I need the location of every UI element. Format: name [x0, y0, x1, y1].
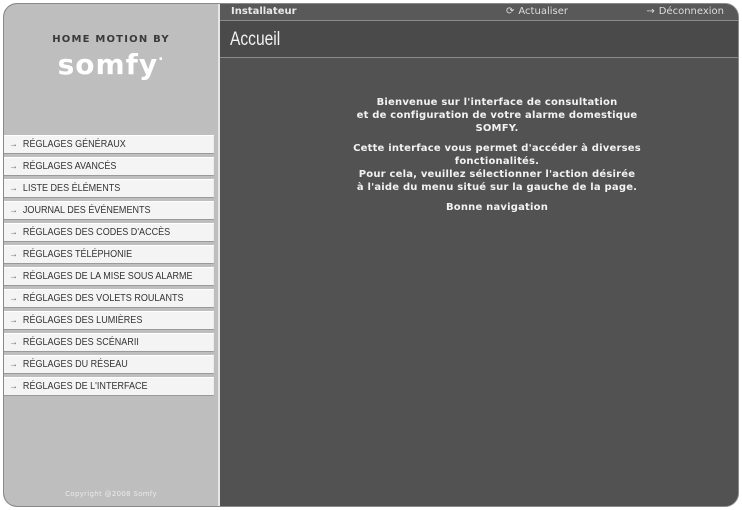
info-line: à l'aide du menu situé sur la gauche de …	[356, 182, 638, 193]
refresh-link[interactable]: ⟳ Actualiser	[506, 6, 568, 17]
welcome-line: Bienvenue sur l'interface de consultatio…	[376, 97, 618, 108]
sidebar: HOME MOTION BY somfy. → RÉGLAGES GÉNÉRAUX…	[4, 4, 220, 506]
logout-label: Déconnexion	[658, 6, 724, 17]
sidebar-item-label: RÉGLAGES DES CODES D'ACCÈS	[22, 226, 171, 238]
sidebar-item-reglages-generaux[interactable]: → RÉGLAGES GÉNÉRAUX	[4, 135, 214, 154]
welcome-message: Bienvenue sur l'interface de consultatio…	[250, 96, 738, 221]
sidebar-item-reglages-avances[interactable]: → RÉGLAGES AVANCÉS	[4, 157, 214, 176]
arrow-right-icon: →	[9, 293, 18, 304]
arrow-right-icon: →	[9, 271, 18, 282]
sidebar-item-codes-acces[interactable]: → RÉGLAGES DES CODES D'ACCÈS	[4, 223, 214, 242]
sidebar-item-label: JOURNAL DES ÉVÉNEMENTS	[22, 204, 151, 216]
welcome-line: SOMFY.	[475, 123, 519, 134]
sidebar-item-scenarii[interactable]: → RÉGLAGES DES SCÉNARII	[4, 333, 214, 352]
info-line: fonctionalités.	[454, 156, 540, 167]
info-paragraph: Cette interface vous permet d'accéder à …	[250, 142, 738, 194]
closing-line: Bonne navigation	[445, 202, 549, 213]
arrow-right-icon: →	[9, 315, 18, 326]
closing-paragraph: Bonne navigation	[250, 201, 738, 214]
info-line: Pour cela, veuillez sélectionner l'actio…	[358, 169, 636, 180]
copyright: Copyright @2008 Somfy	[65, 490, 157, 498]
arrow-right-icon: →	[9, 139, 18, 150]
refresh-icon: ⟳	[506, 6, 515, 17]
arrow-right-icon: →	[9, 183, 18, 194]
sidebar-item-label: RÉGLAGES DE LA MISE SOUS ALARME	[22, 270, 193, 282]
sidebar-item-reseau[interactable]: → RÉGLAGES DU RÉSEAU	[4, 355, 214, 374]
arrow-right-icon: →	[9, 227, 18, 238]
title-bar: Accueil	[220, 21, 738, 58]
sidebar-item-label: RÉGLAGES TÉLÉPHONIE	[22, 248, 133, 260]
sidebar-menu: → RÉGLAGES GÉNÉRAUX → RÉGLAGES AVANCÉS → LI…	[4, 135, 218, 399]
top-bar: Installateur ⟳ Actualiser → Déconnexion	[220, 4, 738, 21]
welcome-paragraph: Bienvenue sur l'interface de consultatio…	[250, 96, 738, 135]
main-content: Bienvenue sur l'interface de consultatio…	[220, 58, 738, 506]
sidebar-item-mise-sous-alarme[interactable]: → RÉGLAGES DE LA MISE SOUS ALARME	[4, 267, 214, 286]
sidebar-item-label: RÉGLAGES DU RÉSEAU	[22, 358, 128, 370]
sidebar-item-lumieres[interactable]: → RÉGLAGES DES LUMIÈRES	[4, 311, 214, 330]
logo-mark: .	[158, 48, 165, 64]
arrow-right-icon: →	[9, 381, 18, 392]
brand: HOME MOTION BY somfy.	[4, 4, 218, 104]
arrow-right-icon: →	[9, 337, 18, 348]
logo-text: somfy	[57, 48, 159, 81]
sidebar-item-volets-roulants[interactable]: → RÉGLAGES DES VOLETS ROULANTS	[4, 289, 214, 308]
app-window: HOME MOTION BY somfy. → RÉGLAGES GÉNÉRAUX…	[3, 3, 739, 507]
sidebar-item-journal-evenements[interactable]: → JOURNAL DES ÉVÉNEMENTS	[4, 201, 214, 220]
info-line: Cette interface vous permet d'accéder à …	[353, 143, 641, 154]
brand-tagline: HOME MOTION BY	[52, 34, 170, 45]
sidebar-item-label: LISTE DES ÉLÉMENTS	[22, 182, 121, 194]
arrow-right-icon: →	[9, 205, 18, 216]
welcome-line: et de configuration de votre alarme dome…	[356, 110, 638, 121]
sidebar-item-label: RÉGLAGES DES SCÉNARII	[22, 336, 139, 348]
user-role: Installateur	[231, 6, 297, 17]
sidebar-item-label: RÉGLAGES AVANCÉS	[22, 160, 117, 172]
logout-link[interactable]: → Déconnexion	[646, 6, 724, 17]
sidebar-item-label: RÉGLAGES DE L'INTERFACE	[22, 380, 148, 392]
sidebar-item-label: RÉGLAGES DES LUMIÈRES	[22, 314, 143, 326]
sidebar-item-liste-elements[interactable]: → LISTE DES ÉLÉMENTS	[4, 179, 214, 198]
arrow-right-icon: →	[9, 161, 18, 172]
sidebar-item-label: RÉGLAGES DES VOLETS ROULANTS	[22, 292, 184, 304]
arrow-right-icon: →	[646, 6, 655, 17]
sidebar-item-interface[interactable]: → RÉGLAGES DE L'INTERFACE	[4, 377, 214, 396]
sidebar-item-label: RÉGLAGES GÉNÉRAUX	[22, 138, 126, 150]
refresh-label: Actualiser	[518, 6, 568, 17]
sidebar-item-telephonie[interactable]: → RÉGLAGES TÉLÉPHONIE	[4, 245, 214, 264]
arrow-right-icon: →	[9, 359, 18, 370]
arrow-right-icon: →	[9, 249, 18, 260]
page-title: Accueil	[230, 29, 281, 50]
somfy-logo: somfy.	[4, 48, 218, 81]
